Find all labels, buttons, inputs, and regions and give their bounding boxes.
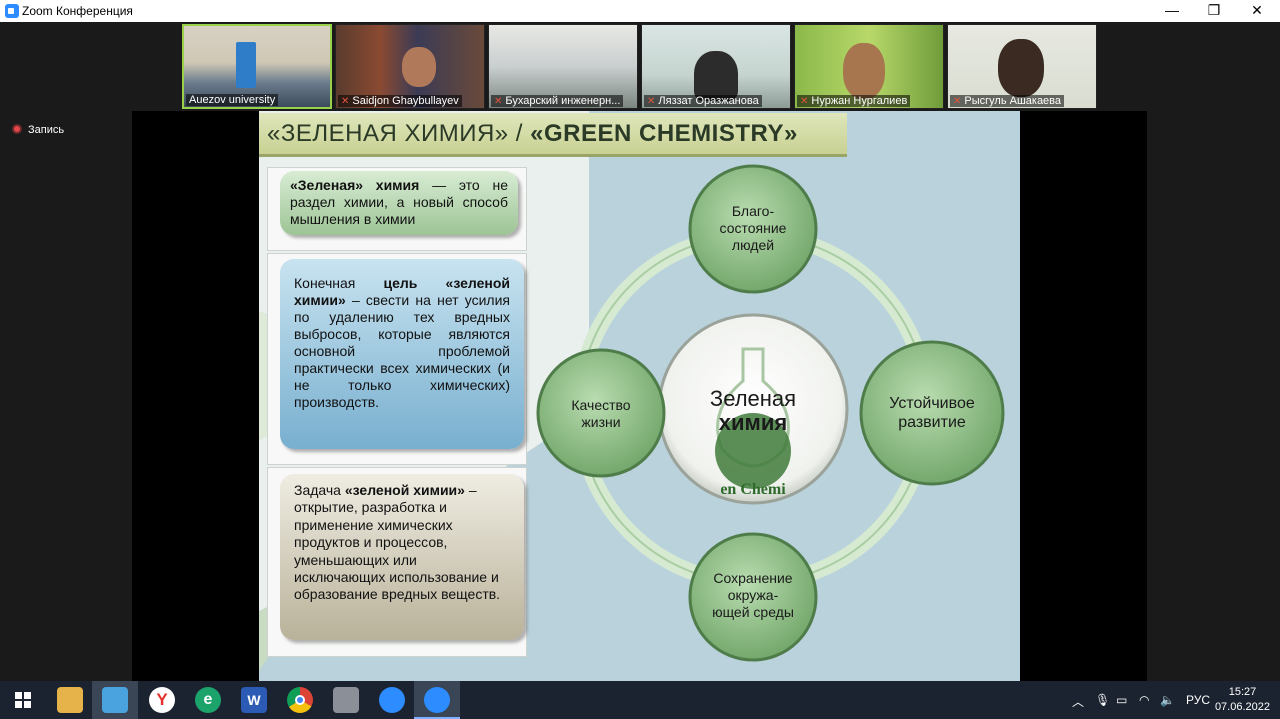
participant-name: ✕ Бухарский инженерн... [491, 95, 624, 107]
participant-face-image [402, 47, 436, 87]
participant-name: ✕ Ляззат Оразжанова [644, 95, 762, 107]
battery-icon[interactable]: ▭ [1116, 693, 1127, 707]
definition-box: «Зеленая» химия — это не раздел химии, а… [280, 171, 518, 235]
chrome-icon[interactable] [287, 687, 313, 713]
network-app-icon[interactable] [102, 687, 128, 713]
participant-tile[interactable]: ✕ Saidjon Ghaybullayev [335, 24, 485, 109]
participant-tile[interactable]: ✕ Нуржан Нургалиев [794, 24, 944, 109]
system-clock[interactable]: 15:27 07.06.2022 [1215, 685, 1270, 715]
participant-face-image [694, 51, 738, 101]
wifi-icon[interactable]: ◠ [1139, 693, 1149, 707]
center-label: Зеленая химия [709, 386, 797, 435]
microphone-icon[interactable]: 🎙 [1095, 693, 1110, 707]
mic-muted-icon: ✕ [647, 96, 656, 107]
window-titlebar: Zoom Конференция — ❐ ✕ [0, 0, 1280, 22]
record-icon [12, 124, 22, 134]
zoom-logo-icon [5, 4, 19, 18]
participant-name: Auezov university [186, 94, 279, 106]
zoom-meeting-icon[interactable] [424, 687, 450, 713]
task-box: Задача «зеленой химии» – открытие, разра… [280, 474, 524, 640]
goal-box: Конечная цель «зеленой химии» – свести н… [280, 259, 524, 449]
package-app-icon[interactable] [333, 687, 359, 713]
file-explorer-icon[interactable] [57, 687, 83, 713]
recording-label: Запись [28, 124, 65, 136]
tray-chevron-up-icon[interactable]: ︿ [1072, 693, 1084, 710]
participant-name: ✕ Нуржан Нургалиев [797, 95, 911, 107]
zoom-app-icon[interactable] [379, 687, 405, 713]
participant-name: ✕ Saidjon Ghaybullayev [338, 95, 462, 107]
node-label-right: Устойчивое развитие [889, 395, 975, 431]
participant-tile[interactable]: Auezov university [182, 24, 332, 109]
green-chemistry-logo-text: en Chemi [720, 481, 786, 498]
word-icon[interactable]: W [241, 687, 267, 713]
windows-start-icon[interactable] [10, 687, 36, 713]
maximize-button[interactable]: ❐ [1192, 0, 1236, 22]
mic-muted-icon: ✕ [341, 96, 350, 107]
language-indicator[interactable]: РУС [1186, 693, 1210, 707]
node-label-bottom: Сохранение окружа- ющей среды [712, 570, 794, 620]
flag-image [236, 42, 256, 88]
recording-indicator[interactable]: Запись [12, 124, 64, 136]
participant-tile[interactable]: ✕ Бухарский инженерн... [488, 24, 638, 109]
slide-title: «ЗЕЛЕНАЯ ХИМИЯ» / «GREEN CHEMISTRY» [259, 113, 847, 157]
clock-date: 07.06.2022 [1214, 701, 1270, 713]
clock-time: 15:27 [1228, 686, 1257, 698]
mic-muted-icon: ✕ [800, 96, 809, 107]
yandex-browser-icon[interactable]: Y [149, 687, 175, 713]
participant-face-image [998, 39, 1044, 97]
node-label-left: Качество жизни [571, 397, 631, 430]
presentation-slide: «ЗЕЛЕНАЯ ХИМИЯ» / «GREEN CHEMISTRY» «Зел… [259, 111, 1020, 681]
close-button[interactable]: ✕ [1235, 0, 1279, 22]
node-label-top: Благо- состояние людей [719, 203, 787, 253]
participant-name: ✕ Рысгуль Ашакаева [950, 95, 1065, 107]
mic-muted-icon: ✕ [494, 96, 503, 107]
speaker-icon[interactable]: 🔈 [1160, 693, 1175, 707]
participant-tile[interactable]: ✕ Ляззат Оразжанова [641, 24, 791, 109]
windows-taskbar: Y e W ︿ 🎙 ▭ ◠ 🔈 РУС 15:27 07.06.2022 [0, 681, 1280, 719]
minimize-button[interactable]: — [1150, 0, 1194, 22]
mic-muted-icon: ✕ [953, 96, 962, 107]
edge-browser-icon[interactable]: e [195, 687, 221, 713]
participant-tile[interactable]: ✕ Рысгуль Ашакаева [947, 24, 1097, 109]
window-title: Zoom Конференция [22, 4, 133, 18]
participant-gallery: Auezov university ✕ Saidjon Ghaybullayev … [0, 22, 1280, 110]
participant-face-image [843, 43, 885, 99]
